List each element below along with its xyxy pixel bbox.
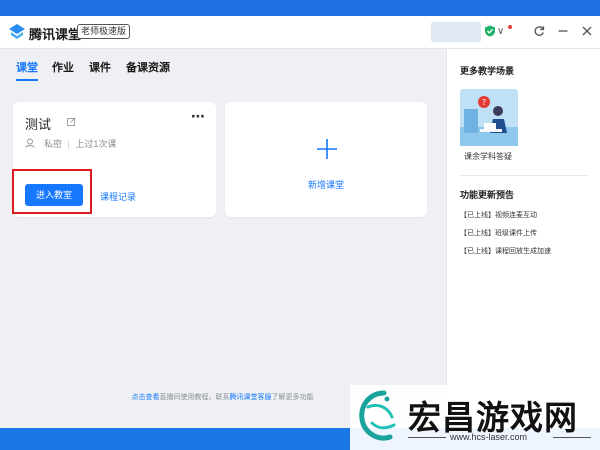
watermark-url: www.hcs-laser.com — [450, 432, 528, 442]
tab-courseware[interactable]: 课件 — [89, 59, 111, 75]
last-class-label: 上过1次课 — [75, 139, 117, 149]
course-record-link[interactable]: 课程记录 — [100, 190, 136, 203]
close-icon[interactable] — [578, 22, 596, 40]
chevron-down-icon[interactable]: ∨ — [497, 26, 504, 37]
shield-check-icon[interactable] — [484, 25, 496, 37]
edit-icon[interactable] — [67, 117, 76, 126]
qa-scene-thumbnail[interactable]: ? — [460, 89, 518, 146]
active-tab-indicator — [16, 79, 38, 81]
scene-label[interactable]: 课余学科答疑 — [464, 151, 512, 162]
plus-icon — [317, 139, 337, 159]
course-title: 测试 — [25, 117, 52, 132]
edition-badge: 老师极速版 — [77, 24, 131, 39]
right-sidebar: 更多教学场景 ? 课余学科答疑 功能更新预告 【已上线】视频连麦互动 【已上线】… — [446, 49, 600, 428]
minimize-icon[interactable] — [554, 22, 572, 40]
refresh-icon[interactable] — [530, 22, 548, 40]
tutorial-link[interactable]: 点击查看 — [132, 394, 160, 401]
app-title: 腾讯课堂 — [29, 27, 82, 42]
more-options-icon[interactable]: ⋯ — [191, 108, 206, 125]
watermark-line-right — [553, 437, 591, 438]
sidebar-divider — [460, 175, 588, 176]
support-link[interactable]: 腾讯课堂客服 — [230, 394, 272, 401]
updates-heading: 功能更新预告 — [460, 190, 515, 200]
user-account-area[interactable] — [431, 22, 481, 42]
help-text-end: 了解更多功能 — [271, 394, 314, 401]
title-bar: 腾讯课堂 老师极速版 ∨ — [0, 16, 600, 49]
update-item: 【已上线】视频连麦互动 — [460, 212, 537, 219]
tab-prep-resources[interactable]: 备课资源 — [126, 59, 170, 75]
help-text-middle: 直播间使用教程，联系 — [159, 394, 230, 401]
app-window: 腾讯课堂 老师极速版 ∨ 课堂 作业 课件 备课资源 测试 ⋯ 私密 | 上过1… — [0, 16, 600, 428]
tab-homework[interactable]: 作业 — [52, 59, 74, 75]
update-item: 【已上线】课程回放生成加速 — [460, 248, 551, 255]
svg-text:?: ? — [482, 98, 486, 107]
course-meta: 私密 | 上过1次课 — [44, 137, 116, 150]
private-user-icon — [25, 138, 35, 148]
tencent-classroom-logo-icon — [9, 24, 25, 39]
new-class-card[interactable]: 新增课堂 — [225, 102, 427, 217]
watermark-line-left — [408, 437, 446, 438]
scenes-heading: 更多教学场景 — [460, 66, 515, 76]
dragon-logo-icon — [359, 390, 396, 441]
notification-dot — [508, 25, 512, 29]
course-card[interactable]: 测试 ⋯ 私密 | 上过1次课 进入教室 课程记录 — [12, 102, 216, 217]
enter-classroom-button[interactable]: 进入教室 — [25, 184, 83, 206]
new-class-label: 新增课堂 — [307, 180, 344, 190]
meta-separator: | — [67, 139, 70, 149]
tab-classroom[interactable]: 课堂 — [16, 59, 38, 75]
visibility-label: 私密 — [44, 139, 63, 149]
main-panel: 课堂 作业 课件 备课资源 测试 ⋯ 私密 | 上过1次课 进入教室 课程记录 … — [0, 49, 445, 428]
site-watermark: 宏昌游戏网 www.hcs-laser.com — [350, 385, 600, 450]
update-item: 【已上线】班级课件上传 — [460, 230, 537, 237]
